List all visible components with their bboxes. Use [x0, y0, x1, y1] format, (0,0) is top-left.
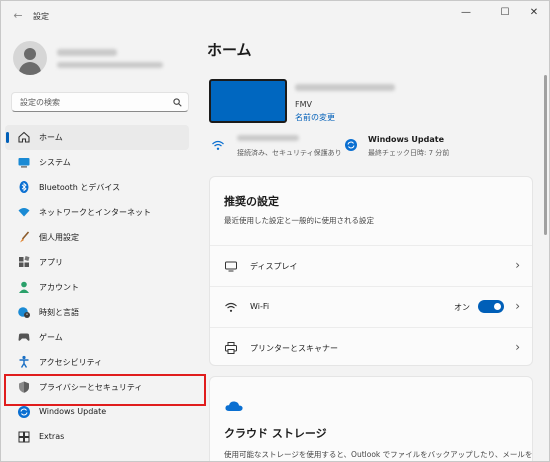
sidebar-item-label: Bluetooth とデバイス	[39, 183, 121, 192]
wifi-network-icon	[18, 208, 30, 217]
update-icon	[345, 139, 357, 151]
device-model: FMV	[295, 100, 312, 109]
account-icon	[19, 281, 29, 293]
cloud-storage-card: クラウド ストレージ 使用可能なストレージを使用すると、Outlook でファイ…	[209, 376, 533, 461]
sidebar-item-time-language[interactable]: 時刻と言語	[5, 300, 189, 325]
clock-globe-icon	[18, 307, 30, 318]
chevron-right-icon: ›	[515, 258, 520, 272]
network-status-text: 接続済み、セキュリティ保護あり	[237, 149, 342, 157]
sidebar-item-label: アプリ	[39, 258, 63, 267]
back-arrow-icon[interactable]: ←	[10, 9, 26, 23]
sidebar-item-label: ホーム	[39, 133, 63, 142]
extras-grid-icon	[18, 431, 30, 443]
network-name-redacted	[237, 135, 299, 141]
card-title: クラウド ストレージ	[224, 427, 327, 440]
device-thumbnail	[209, 79, 287, 123]
title-bar: ← 設定 — ☐ ✕	[1, 1, 549, 31]
chevron-right-icon: ›	[515, 340, 520, 354]
sidebar-item-label: アクセシビリティ	[39, 358, 103, 367]
setting-row-display[interactable]: ディスプレイ ›	[210, 245, 532, 285]
sidebar-item-gaming[interactable]: ゲーム	[5, 325, 189, 350]
cloud-icon	[225, 401, 243, 411]
sidebar-item-label: Windows Update	[39, 407, 107, 416]
card-subtitle: 最近使用した設定と一般的に使用される設定	[224, 216, 374, 225]
printer-icon	[225, 342, 237, 354]
windows-update-title[interactable]: Windows Update	[368, 135, 444, 144]
bluetooth-icon	[19, 181, 29, 193]
user-name-redacted	[57, 49, 117, 56]
wifi-icon	[212, 140, 224, 150]
sidebar-item-label: 時刻と言語	[39, 308, 79, 317]
sidebar-item-label: ゲーム	[39, 333, 63, 342]
sidebar-item-apps[interactable]: アプリ	[5, 250, 189, 275]
paint-brush-icon	[20, 231, 30, 243]
recommended-settings-card: 推奨の設定 最近使用した設定と一般的に使用される設定 ディスプレイ › Wi-F…	[209, 176, 533, 366]
rename-link[interactable]: 名前の変更	[295, 112, 335, 123]
user-avatar-icon	[13, 41, 47, 75]
update-icon	[18, 406, 30, 418]
user-email-redacted	[57, 62, 163, 68]
gamepad-icon	[18, 333, 30, 341]
card-title: 推奨の設定	[224, 195, 279, 208]
sidebar-item-label: ネットワークとインターネット	[39, 208, 151, 217]
sidebar-item-home[interactable]: ホーム	[5, 125, 189, 150]
sidebar-item-label: Extras	[39, 432, 65, 441]
home-icon	[18, 131, 30, 143]
maximize-icon[interactable]: ☐	[490, 5, 520, 21]
wifi-icon	[225, 302, 237, 312]
close-icon[interactable]: ✕	[519, 5, 549, 21]
windows-update-status: 最終チェック日時: 7 分前	[368, 149, 450, 157]
row-label: Wi-Fi	[250, 302, 270, 311]
sidebar-item-label: アカウント	[39, 283, 79, 292]
search-input[interactable]: 設定の検索	[11, 92, 189, 112]
sidebar-item-accessibility[interactable]: アクセシビリティ	[5, 350, 189, 375]
chevron-right-icon: ›	[515, 299, 520, 313]
apps-icon	[19, 256, 30, 267]
page-title: ホーム	[207, 41, 252, 59]
user-profile[interactable]	[13, 41, 193, 81]
active-indicator	[6, 132, 9, 143]
setting-row-wifi[interactable]: Wi-Fi オン ›	[210, 286, 532, 326]
device-name-redacted	[295, 84, 395, 91]
sidebar-item-network[interactable]: ネットワークとインターネット	[5, 200, 189, 225]
row-label: プリンターとスキャナー	[250, 344, 338, 353]
main-content: ホーム FMV 名前の変更 接続済み、セキュリティ保護あり Windows Up…	[201, 31, 549, 461]
sidebar-item-accounts[interactable]: アカウント	[5, 275, 189, 300]
toggle-state-label: オン	[454, 303, 470, 312]
search-icon[interactable]	[173, 98, 182, 107]
highlight-box	[4, 374, 206, 406]
minimize-icon[interactable]: —	[451, 5, 481, 21]
sidebar-item-extras[interactable]: Extras	[5, 425, 189, 450]
sidebar-item-label: システム	[39, 158, 71, 167]
sidebar-item-system[interactable]: システム	[5, 150, 189, 175]
search-placeholder: 設定の検索	[20, 98, 60, 107]
setting-row-printers[interactable]: プリンターとスキャナー ›	[210, 327, 532, 367]
row-label: ディスプレイ	[250, 262, 298, 271]
window-title: 設定	[33, 12, 49, 21]
settings-window: ← 設定 — ☐ ✕ 設定の検索 ホーム システム Bluetooth とデバイ…	[0, 0, 550, 462]
scrollbar[interactable]	[544, 75, 547, 235]
sidebar-item-bluetooth[interactable]: Bluetooth とデバイス	[5, 175, 189, 200]
monitor-icon	[18, 158, 30, 168]
card-subtitle: 使用可能なストレージを使用すると、Outlook でファイルをバックアップしたり…	[224, 450, 533, 459]
wifi-toggle[interactable]	[478, 300, 504, 313]
sidebar-item-label: 個人用設定	[39, 233, 79, 242]
accessibility-icon	[19, 355, 29, 368]
display-icon	[225, 261, 237, 272]
sidebar-item-personalization[interactable]: 個人用設定	[5, 225, 189, 250]
